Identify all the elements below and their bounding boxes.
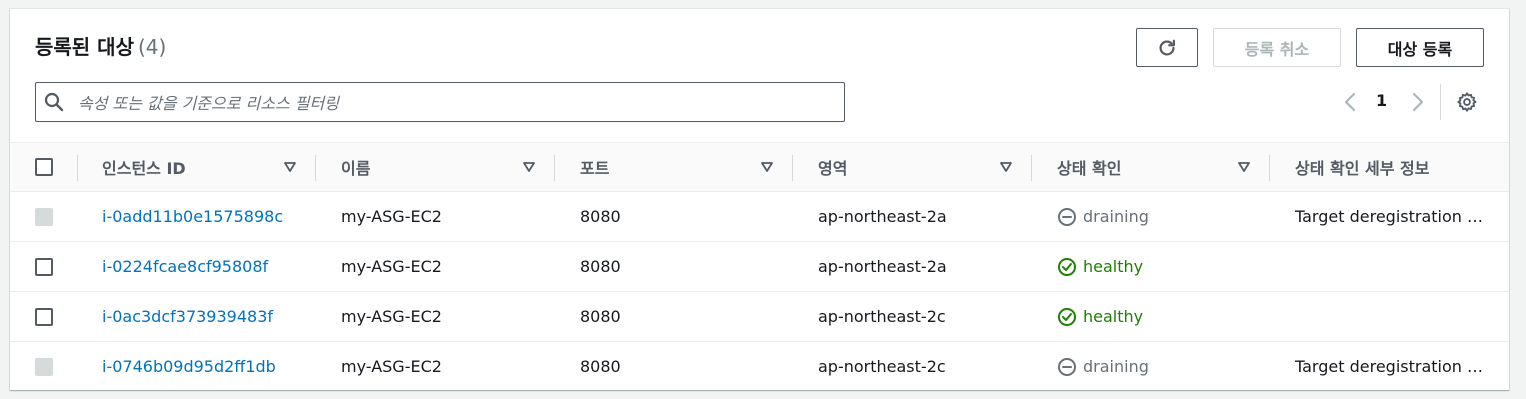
column-divider[interactable] [554, 155, 555, 181]
draining-icon [1058, 357, 1076, 376]
sort-caret-icon[interactable] [1238, 162, 1250, 172]
column-divider [77, 155, 78, 181]
availability-zone: ap-northeast-2c [818, 307, 946, 326]
health-status: draining [1057, 192, 1149, 241]
availability-zone: ap-northeast-2a [818, 207, 947, 226]
row-checkbox[interactable] [35, 308, 53, 326]
pagination-divider [1440, 84, 1441, 120]
column-divider[interactable] [792, 155, 793, 181]
register-targets-button[interactable]: 대상 등록 [1356, 28, 1484, 67]
refresh-icon [1159, 39, 1175, 56]
select-all-checkbox[interactable] [35, 158, 53, 176]
filter-search-input[interactable]: 속성 또는 값을 기준으로 리소스 필터링 [35, 82, 845, 122]
chevron-left-icon [1344, 92, 1356, 112]
port: 8080 [580, 207, 621, 226]
table-row: i-0add11b0e1575898c my-ASG-EC2 8080 ap-n… [10, 192, 1509, 242]
column-header-port[interactable]: 포트 [580, 143, 609, 191]
health-status: healthy [1057, 292, 1143, 341]
row-checkbox[interactable] [35, 208, 53, 226]
instance-id-link[interactable]: i-0ac3dcf373939483f [102, 292, 273, 341]
panel-title: 등록된 대상 (4) [35, 31, 166, 60]
health-details [1295, 242, 1485, 291]
draining-icon [1058, 207, 1076, 226]
prev-page-button[interactable] [1342, 92, 1358, 112]
row-checkbox[interactable] [35, 358, 53, 376]
table-row: i-0ac3dcf373939483f my-ASG-EC2 8080 ap-n… [10, 292, 1509, 342]
availability-zone: ap-northeast-2a [818, 257, 947, 276]
refresh-button[interactable] [1136, 28, 1198, 67]
column-header-health-status[interactable]: 상태 확인 [1057, 143, 1121, 191]
column-header-health-details[interactable]: 상태 확인 세부 정보 [1295, 143, 1429, 191]
column-header-zone[interactable]: 영역 [818, 143, 847, 191]
table-row: i-0224fcae8cf95808f my-ASG-EC2 8080 ap-n… [10, 242, 1509, 292]
health-status: draining [1057, 342, 1149, 391]
health-details [1295, 292, 1485, 341]
port: 8080 [580, 357, 621, 376]
column-header-instance-id[interactable]: 인스턴스 ID [102, 143, 186, 191]
check-circle-icon [1058, 307, 1076, 326]
table-header: 인스턴스 ID 이름 포트 영역 상태 확인 상태 확인 세부 정보 [10, 142, 1509, 192]
gear-icon [1457, 92, 1477, 112]
health-status: healthy [1057, 242, 1143, 291]
next-page-button[interactable] [1410, 92, 1426, 112]
search-placeholder: 속성 또는 값을 기준으로 리소스 필터링 [78, 94, 339, 113]
port: 8080 [580, 257, 621, 276]
search-icon [44, 91, 66, 113]
table-settings-button[interactable] [1456, 91, 1478, 113]
sort-caret-icon[interactable] [523, 162, 535, 172]
instance-id-link[interactable]: i-0add11b0e1575898c [102, 192, 283, 241]
table-row: i-0746b09d95d2ff1db my-ASG-EC2 8080 ap-n… [10, 342, 1509, 392]
instance-name: my-ASG-EC2 [341, 307, 442, 326]
instance-name: my-ASG-EC2 [341, 207, 442, 226]
row-checkbox[interactable] [35, 258, 53, 276]
instance-id-link[interactable]: i-0224fcae8cf95808f [102, 242, 268, 291]
sort-caret-icon[interactable] [284, 162, 296, 172]
panel-title-text: 등록된 대상 [35, 35, 134, 59]
chevron-right-icon [1412, 92, 1424, 112]
registered-targets-panel: 등록된 대상 (4) 등록 취소 대상 등록 속성 또는 값을 기준으로 리소스 … [10, 9, 1509, 390]
instance-name: my-ASG-EC2 [341, 257, 442, 276]
current-page-number[interactable]: 1 [1376, 91, 1387, 110]
column-divider[interactable] [1031, 155, 1032, 181]
health-details: Target deregistration is in progress [1295, 357, 1485, 376]
port: 8080 [580, 307, 621, 326]
health-details: Target deregistration is in progress [1295, 207, 1485, 226]
check-circle-icon [1058, 257, 1076, 276]
column-header-name[interactable]: 이름 [341, 143, 370, 191]
deregister-button[interactable]: 등록 취소 [1213, 28, 1341, 67]
availability-zone: ap-northeast-2c [818, 357, 946, 376]
instance-name: my-ASG-EC2 [341, 357, 442, 376]
target-count: (4) [137, 35, 167, 59]
column-divider[interactable] [1269, 155, 1270, 181]
column-divider[interactable] [315, 155, 316, 181]
sort-caret-icon[interactable] [761, 162, 773, 172]
sort-caret-icon[interactable] [1000, 162, 1012, 172]
instance-id-link[interactable]: i-0746b09d95d2ff1db [102, 342, 276, 391]
